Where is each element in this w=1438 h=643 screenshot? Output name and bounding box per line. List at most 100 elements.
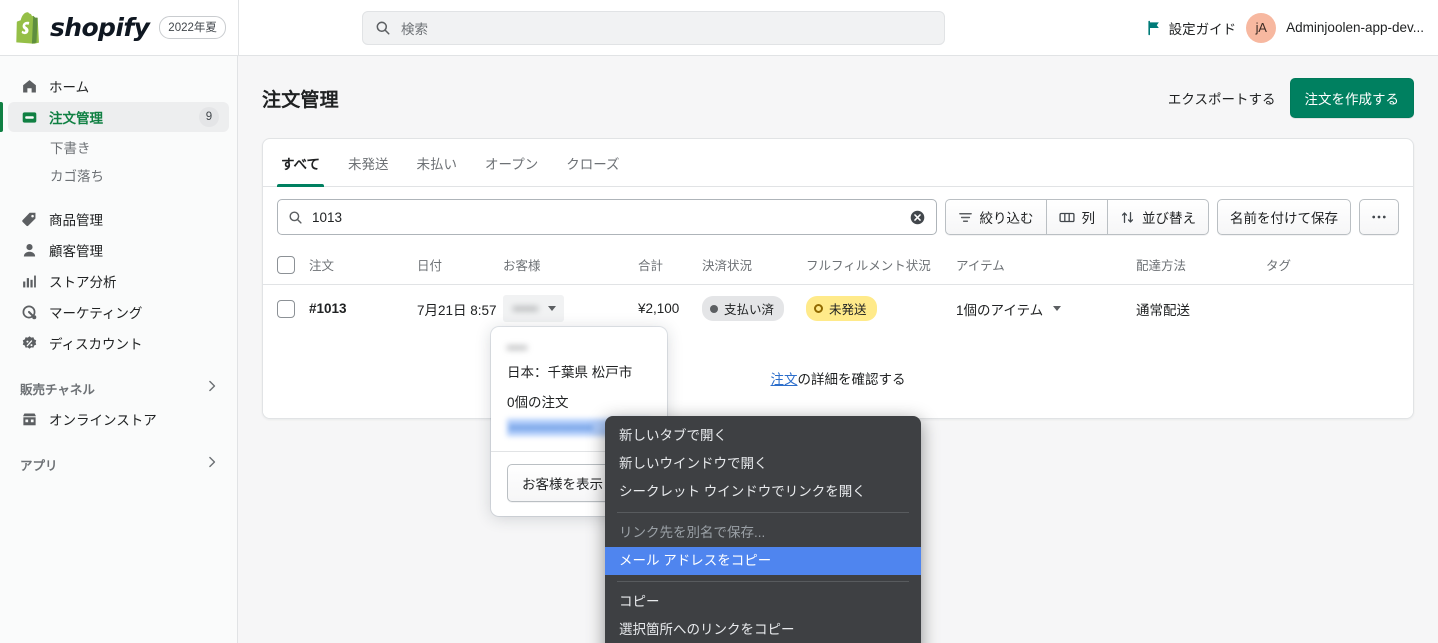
filter-sort-group: 絞り込む 列 並び替え [944,199,1209,235]
order-detail-text: の詳細を確認する [797,372,906,387]
row-select-cell [263,284,309,332]
global-search-placeholder: 検索 [401,21,428,37]
filter-button[interactable]: 絞り込む [944,199,1047,235]
sidebar-gap-3 [0,435,237,449]
row-checkbox[interactable] [277,299,295,318]
context-menu-separator [617,581,909,582]
setup-guide-button[interactable]: 設定ガイド [1146,18,1237,38]
sidebar-item-customers[interactable]: 顧客管理 [8,235,229,265]
shopify-logo[interactable]: shopify [16,11,150,44]
orders-search-field[interactable]: 1013 [277,199,937,235]
browser-context-menu: 新しいタブで開く 新しいウインドウで開く シークレット ウインドウでリンクを開く… [605,416,921,643]
sidebar-item-customers-label: 顧客管理 [49,244,103,259]
orders-card-footer: 注文の詳細を確認する [263,332,1413,418]
th-items[interactable]: アイテム [956,247,1136,285]
sidebar-item-analytics-label: ストア分析 [49,275,117,290]
columns-button[interactable]: 列 [1046,199,1108,235]
table-header-row: 注文 日付 お客様 合計 決済状況 フルフィルメント状況 アイテム 配達方法 タ… [263,247,1413,285]
tag-icon [20,210,39,229]
page-title: 注文管理 [262,89,339,111]
sort-button[interactable]: 並び替え [1108,199,1209,235]
setup-guide-label: 設定ガイド [1168,21,1237,37]
status-badge-paid: 支払い済 [702,296,785,321]
context-menu-item-open-new-window[interactable]: 新しいウインドウで開く [605,450,921,478]
sidebar-gap-1 [0,189,237,203]
store-icon [20,410,39,429]
th-shipping-method[interactable]: 配達方法 [1136,247,1266,285]
brand-area[interactable]: shopify 2022年夏 [0,11,238,44]
sidebar-section-apps[interactable]: アプリ [8,449,229,479]
th-tags[interactable]: タグ [1266,247,1413,285]
sidebar-item-orders[interactable]: 注文管理 9 [0,102,229,132]
select-all-checkbox[interactable] [277,255,295,274]
context-menu-item-open-new-tab[interactable]: 新しいタブで開く [605,422,921,450]
popover-customer-name-redacted: •••• [507,340,528,355]
sidebar-section-sales-channels-label: 販売チャネル [20,382,95,397]
account-name[interactable]: Adminjoolen-app-dev... [1286,20,1424,35]
table-row[interactable]: #1013 7月21日 8:57 ••••• ¥2,100 支払い済 未発送 1… [263,284,1413,332]
sidebar-item-abandoned[interactable]: カゴ落ち [8,161,229,189]
avatar[interactable]: jA [1246,12,1277,43]
clear-search-icon[interactable] [909,209,926,226]
orders-count-badge: 9 [199,107,219,127]
sidebar-section-sales-channels[interactable]: 販売チャネル [8,373,229,403]
sidebar-item-online-store-label: オンラインストア [49,413,157,428]
sidebar: ホーム 注文管理 9 下書き カゴ落ち 商品管理 顧客管理 ストア分析 マーケテ… [0,56,238,643]
orders-table-body: #1013 7月21日 8:57 ••••• ¥2,100 支払い済 未発送 1… [263,284,1413,332]
context-menu-item-copy-email-address[interactable]: メール アドレスをコピー [605,547,921,575]
order-detail-link[interactable]: 注文 [771,372,798,387]
filter-button-label: 絞り込む [979,211,1034,226]
create-order-button[interactable]: 注文を作成する [1289,78,1414,118]
th-total[interactable]: 合計 [638,247,702,285]
orders-icon [20,108,39,127]
customer-name-redacted: ••••• [513,301,539,316]
popover-customer-address: 日本：千葉県 松戸市 [507,365,633,380]
sidebar-item-home[interactable]: ホーム [8,71,229,101]
order-id-link[interactable]: #1013 [309,301,347,316]
status-badge-unfulfilled: 未発送 [806,296,877,321]
save-as-button[interactable]: 名前を付けて保存 [1217,199,1351,235]
tab-unpaid[interactable]: 未払い [403,139,472,186]
sidebar-item-products-label: 商品管理 [49,213,103,228]
context-menu-item-copy[interactable]: コピー [605,588,921,616]
sidebar-item-online-store[interactable]: オンラインストア [8,404,229,434]
more-actions-button[interactable] [1359,199,1399,235]
sidebar-item-analytics[interactable]: ストア分析 [8,266,229,296]
view-customer-button[interactable]: お客様を表示 [507,464,618,502]
th-customer[interactable]: お客様 [503,247,638,285]
context-menu-item-copy-link-to-selection[interactable]: 選択箇所へのリンクをコピー [605,616,921,643]
items-label: 1個のアイテム [956,302,1044,318]
tab-open[interactable]: オープン [471,139,552,186]
orders-table: 注文 日付 お客様 合計 決済状況 フルフィルメント状況 アイテム 配達方法 タ… [263,247,1413,332]
global-search-input[interactable]: 検索 [362,10,945,45]
orders-tabs: すべて 未発送 未払い オープン クローズ [263,139,1413,187]
cell-shipping-method: 通常配送 [1136,284,1266,332]
th-fulfillment-status[interactable]: フルフィルメント状況 [806,247,956,285]
sort-button-label: 並び替え [1142,211,1196,226]
tab-all[interactable]: すべて [267,139,334,187]
sidebar-item-products[interactable]: 商品管理 [8,204,229,234]
cell-order-id[interactable]: #1013 [309,284,417,332]
sidebar-item-orders-label: 注文管理 [49,111,103,126]
select-all-cell [263,247,309,285]
orders-search-value: 1013 [312,209,343,225]
context-menu-separator [617,512,909,513]
tab-closed[interactable]: クローズ [552,139,633,186]
th-payment-status[interactable]: 決済状況 [702,247,806,285]
tab-unfulfilled[interactable]: 未発送 [334,139,403,186]
topbar-divider [238,0,239,56]
context-menu-item-open-incognito[interactable]: シークレット ウインドウでリンクを開く [605,478,921,506]
page-header-actions: エクスポートする 注文を作成する [1168,78,1414,118]
th-order[interactable]: 注文 [309,247,417,285]
sidebar-item-drafts[interactable]: 下書き [8,133,229,161]
th-date[interactable]: 日付 [417,247,503,285]
cell-date: 7月21日 8:57 [417,284,503,332]
chevron-down-icon [1053,306,1062,311]
customer-name-button[interactable]: ••••• [503,295,565,322]
sidebar-item-marketing[interactable]: マーケティング [8,297,229,327]
sidebar-item-discounts[interactable]: ディスカウント [8,328,229,358]
shopify-bag-icon [16,11,39,44]
bar-chart-icon [20,272,39,291]
items-dropdown[interactable]: 1個のアイテム [956,299,1062,319]
export-button[interactable]: エクスポートする [1168,88,1276,108]
